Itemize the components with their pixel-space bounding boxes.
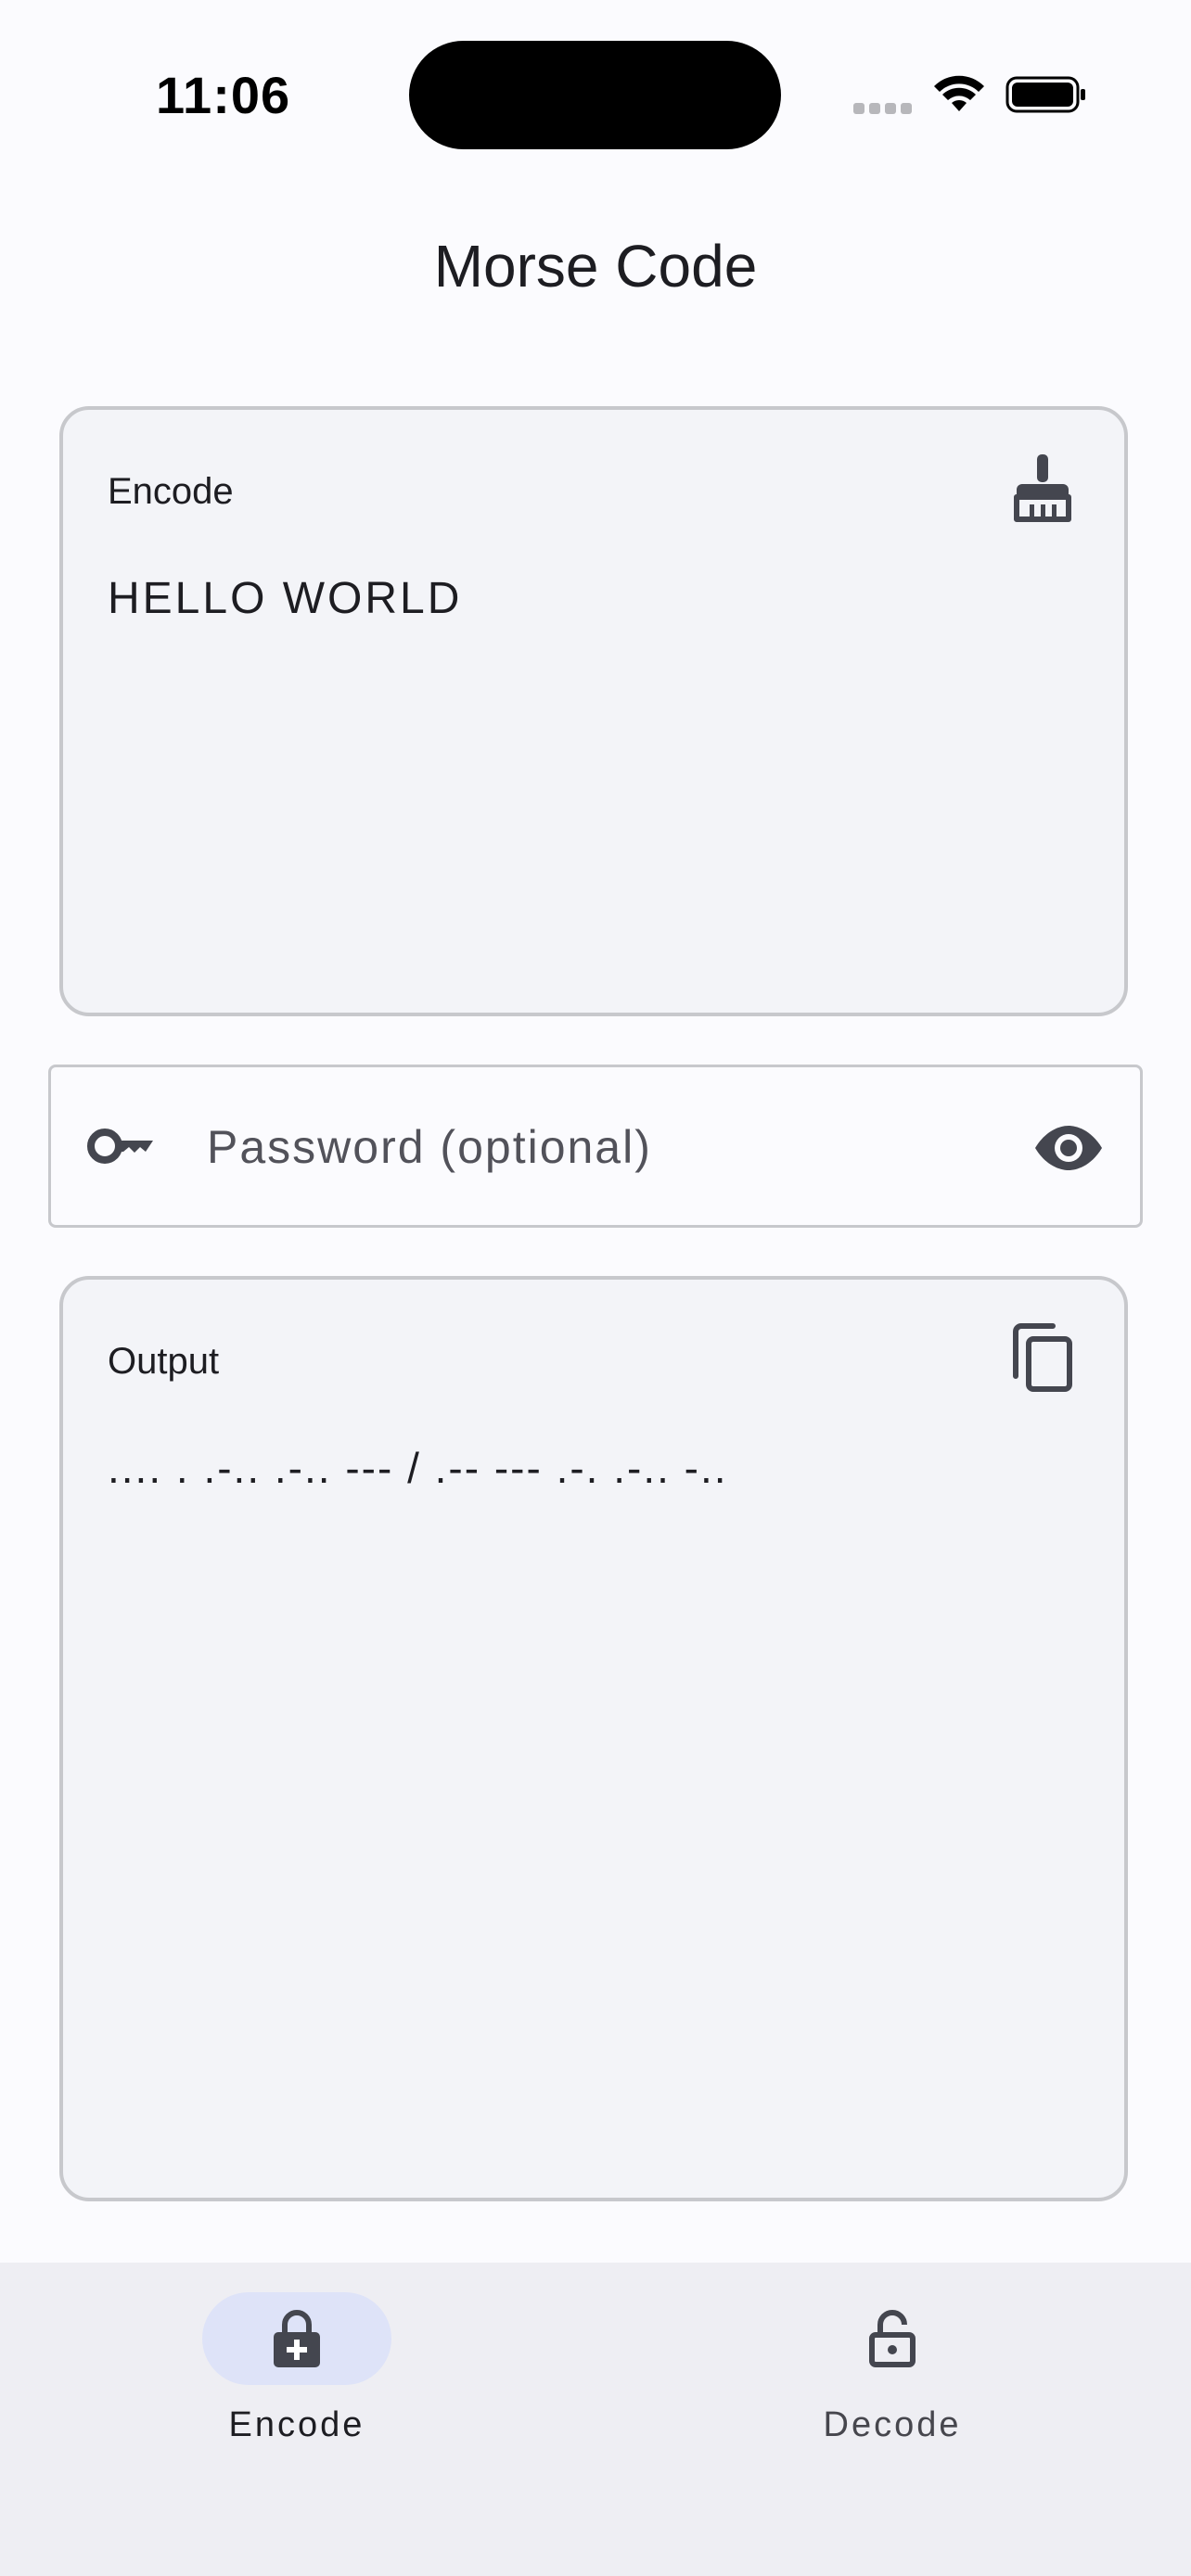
- nav-active-indicator: [202, 2292, 391, 2385]
- clear-button[interactable]: [1007, 453, 1078, 523]
- copy-button[interactable]: [1007, 1322, 1078, 1393]
- output-text: .... . .-.. .-.. --- / .-- --- .-. .-.. …: [108, 1444, 728, 1492]
- toggle-password-visibility-button[interactable]: [1029, 1108, 1108, 1188]
- encode-text-input[interactable]: HELLO WORLD: [108, 573, 1072, 624]
- encode-label: Encode: [108, 471, 234, 512]
- nav-item-encode[interactable]: Encode: [148, 2292, 445, 2459]
- battery-icon: [1005, 76, 1085, 113]
- lock-open-icon: [869, 2310, 916, 2367]
- lock-plus-icon: [274, 2310, 320, 2367]
- password-field[interactable]: [48, 1065, 1143, 1228]
- nav-label-decode: Decode: [823, 2405, 962, 2444]
- nav-item-decode[interactable]: Decode: [744, 2292, 1041, 2459]
- key-icon: [87, 1129, 153, 1164]
- nav-label-encode: Encode: [228, 2405, 365, 2444]
- dynamic-island: [409, 41, 781, 149]
- cellular-signal-icon: [853, 103, 913, 116]
- output-card: Output .... . .-.. .-.. --- / .-- --- .-…: [59, 1276, 1128, 2201]
- encode-input-card[interactable]: Encode HELLO WORLD: [59, 406, 1128, 1016]
- page-title: Morse Code: [433, 233, 758, 300]
- eye-icon: [1035, 1126, 1102, 1170]
- status-bar: 11:06: [0, 0, 1191, 185]
- output-label: Output: [108, 1341, 220, 1382]
- password-input[interactable]: [205, 1104, 969, 1190]
- bottom-navigation: Encode Decode: [0, 2263, 1191, 2576]
- wifi-icon: [934, 75, 984, 111]
- status-time: 11:06: [156, 66, 291, 124]
- cleaning-brush-icon: [1014, 454, 1071, 522]
- copy-icon: [1013, 1323, 1072, 1392]
